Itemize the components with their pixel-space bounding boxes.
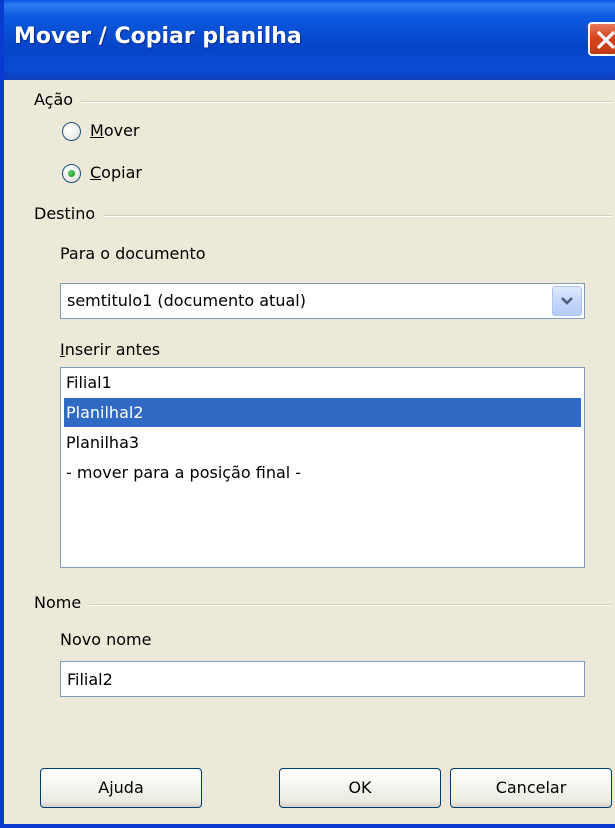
action-group-divider: [34, 101, 612, 103]
name-group-divider: [34, 604, 612, 606]
radio-copy-circle[interactable]: [62, 164, 81, 183]
ok-button-label: OK: [348, 778, 372, 797]
radio-move-circle[interactable]: [62, 122, 81, 141]
destination-group-label: Destino: [34, 204, 104, 223]
sheet-list[interactable]: Filial1 Planilhal2 Planilha3 - mover par…: [60, 367, 585, 568]
insert-before-label: Inserir antes: [60, 340, 161, 359]
document-label: Para o documento: [60, 244, 206, 263]
sheet-list-item-move-to-end[interactable]: - mover para a posição final -: [64, 458, 581, 487]
cancel-button-label: Cancelar: [495, 778, 567, 797]
ok-button[interactable]: OK: [279, 768, 441, 808]
radio-selected-dot: [68, 170, 75, 177]
radio-copy-label: Copiar: [90, 163, 142, 182]
close-icon: [597, 31, 615, 49]
sheet-list-item[interactable]: Planilha3: [64, 428, 581, 457]
new-name-input[interactable]: [60, 661, 585, 697]
destination-group-divider: [34, 215, 612, 217]
help-button[interactable]: Ajuda: [40, 768, 202, 808]
help-button-label: Ajuda: [98, 778, 144, 797]
chevron-down-icon: [561, 297, 573, 305]
title-bar[interactable]: Mover / Copiar planilha: [4, 0, 615, 80]
close-button[interactable]: [588, 22, 615, 56]
window-title: Mover / Copiar planilha: [14, 24, 302, 49]
action-group-label: Ação: [34, 90, 82, 109]
new-name-label: Novo nome: [60, 630, 152, 649]
name-group-label: Nome: [34, 593, 90, 612]
sheet-list-item-selected[interactable]: Planilhal2: [64, 398, 581, 427]
document-select-value: semtitulo1 (documento atual): [67, 291, 306, 310]
radio-move-label: Mover: [90, 121, 140, 140]
move-copy-sheet-dialog: Mover / Copiar planilha Ação Mover Copia…: [0, 0, 615, 828]
document-select[interactable]: semtitulo1 (documento atual): [60, 283, 585, 319]
sheet-list-item[interactable]: Filial1: [64, 368, 581, 397]
document-select-dropdown-button[interactable]: [552, 286, 582, 316]
cancel-button[interactable]: Cancelar: [450, 768, 612, 808]
